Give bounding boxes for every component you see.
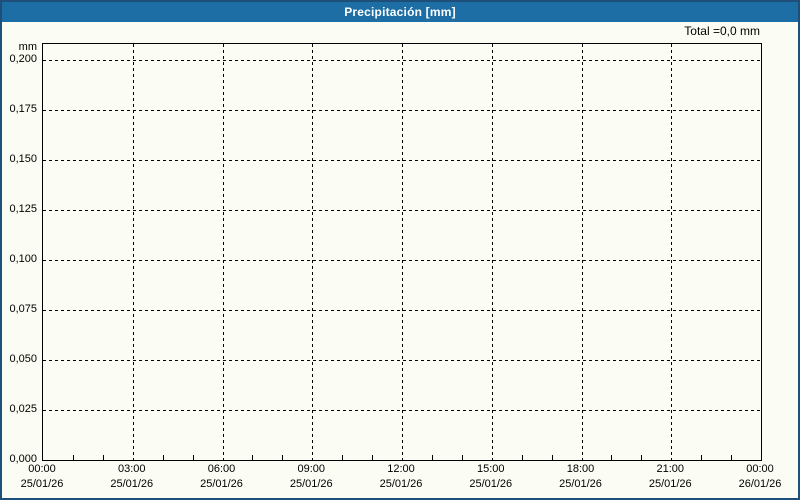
- x-axis-tick-label: 00:00 25/01/26: [2, 462, 87, 492]
- x-tick-date: 25/01/26: [469, 478, 513, 490]
- x-axis-tick-label: 09:00 25/01/26: [266, 462, 356, 492]
- x-axis-tick-label: 12:00 25/01/26: [356, 462, 446, 492]
- x-tick-time: 06:00: [207, 463, 236, 475]
- x-tick-date: 25/01/26: [110, 478, 154, 490]
- chart-title: Precipitación [mm]: [344, 5, 456, 19]
- chart-window: Precipitación [mm] Total =0,0 mm mm 0,20…: [0, 0, 800, 500]
- y-axis-tick-label: 0,150: [9, 153, 37, 165]
- y-axis-tick-label: 0,050: [9, 353, 37, 365]
- x-tick-date: 26/01/26: [738, 478, 782, 490]
- plot-area: [42, 43, 762, 461]
- chart-title-bar: Precipitación [mm]: [2, 2, 798, 22]
- x-axis-tick-label: 00:00 26/01/26: [715, 462, 798, 492]
- x-axis-tick-label: 06:00 25/01/26: [177, 462, 267, 492]
- x-axis-tick-label: 18:00 25/01/26: [536, 462, 626, 492]
- x-tick-time: 00:00: [746, 463, 774, 475]
- x-tick-date: 25/01/26: [559, 478, 602, 490]
- x-tick-time: 12:00: [387, 463, 415, 475]
- x-axis-tick-label: 03:00 25/01/26: [87, 462, 177, 492]
- plot-grid-svg: [43, 44, 761, 460]
- y-axis-tick-label: 0,125: [9, 203, 37, 215]
- y-axis-tick-label: 0,200: [9, 53, 37, 65]
- x-tick-date: 25/01/26: [289, 478, 333, 490]
- x-axis-tick-label: 21:00 25/01/26: [625, 462, 715, 492]
- x-tick-time: 21:00: [656, 463, 685, 475]
- x-tick-time: 00:00: [28, 463, 56, 475]
- y-axis-tick-label: 0,100: [9, 253, 37, 265]
- x-tick-time: 15:00: [476, 463, 505, 475]
- x-tick-date: 25/01/26: [20, 478, 64, 490]
- x-tick-time: 09:00: [297, 463, 326, 475]
- x-tick-time: 18:00: [566, 463, 595, 475]
- x-tick-time: 03:00: [117, 463, 146, 475]
- y-axis-tick-label: 0,175: [9, 103, 37, 115]
- y-axis-tick-label: 0,075: [9, 303, 37, 315]
- y-axis-tick-label: 0,025: [9, 403, 37, 415]
- x-tick-date: 25/01/26: [379, 478, 423, 490]
- x-axis-tick-label: 15:00 25/01/26: [446, 462, 536, 492]
- x-tick-date: 25/01/26: [200, 478, 243, 490]
- total-annotation: Total =0,0 mm: [684, 24, 760, 38]
- x-tick-date: 25/01/26: [648, 478, 692, 490]
